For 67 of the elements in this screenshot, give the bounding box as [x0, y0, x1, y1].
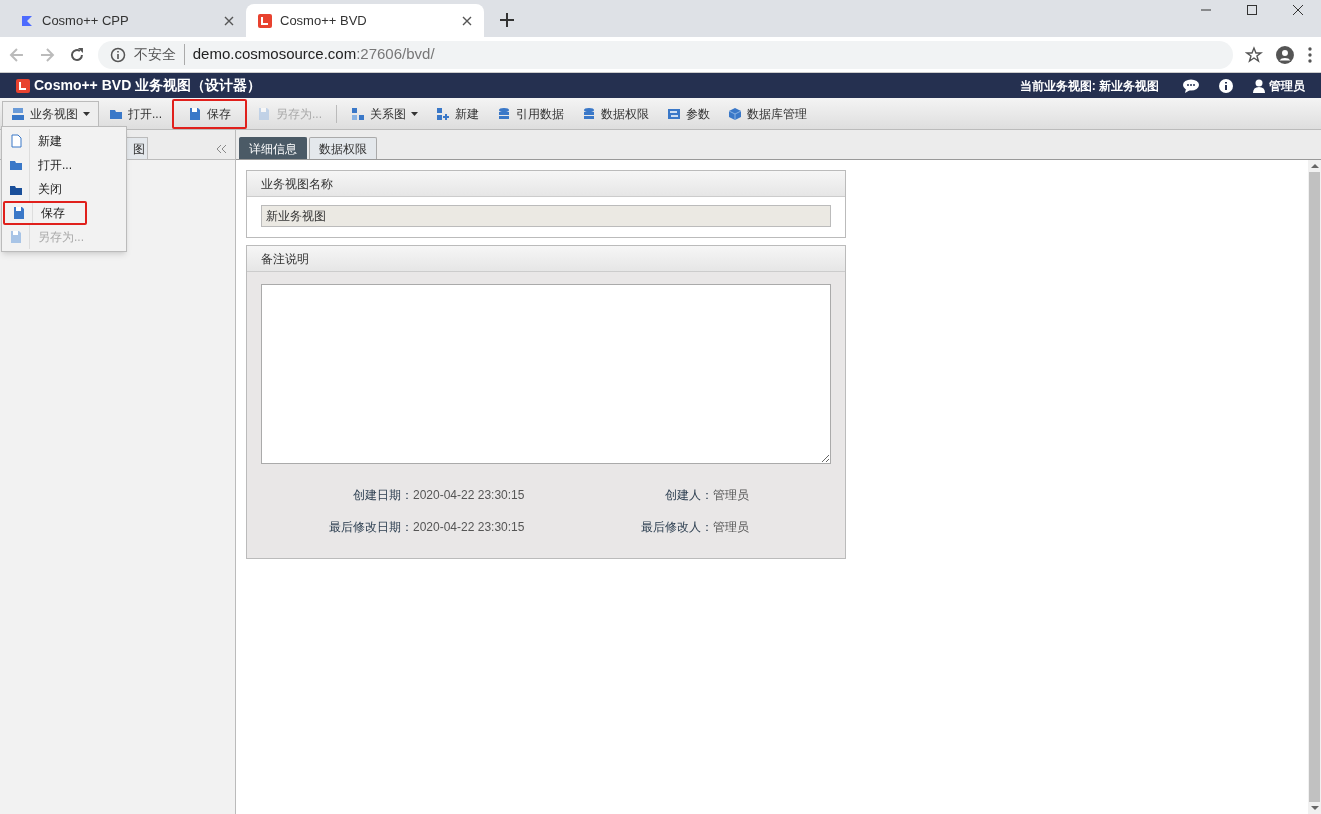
menu-item[interactable]: 关闭: [2, 177, 126, 201]
file-icon: [8, 134, 23, 148]
toolbar-button[interactable]: 关系图: [343, 100, 427, 127]
save-icon: [11, 206, 26, 220]
toolbar-button[interactable]: 数据库管理: [720, 100, 816, 127]
window-icon: [11, 106, 25, 121]
notes-field[interactable]: [261, 284, 831, 464]
toolbar-button[interactable]: 打开...: [101, 100, 170, 127]
browser-tab[interactable]: Cosmo++ BVD: [246, 4, 484, 37]
save-icon: [8, 230, 23, 244]
cube-icon: [728, 106, 743, 121]
scrollbar[interactable]: [1308, 160, 1321, 814]
content-tab[interactable]: 数据权限: [309, 137, 377, 159]
address-bar[interactable]: 不安全 demo.cosmosource.com:27606/bvd/: [97, 40, 1234, 69]
close-icon[interactable]: [1291, 3, 1305, 17]
content-tab[interactable]: 详细信息: [239, 137, 307, 159]
toolbar-button[interactable]: 引用数据: [489, 100, 573, 127]
browser-tab[interactable]: Cosmo++ CPP: [8, 4, 246, 37]
account-icon[interactable]: [1275, 44, 1295, 65]
close-icon[interactable]: [224, 15, 234, 26]
star-icon[interactable]: [1245, 45, 1264, 64]
field-label: 创建人：: [664, 487, 713, 504]
app-logo-icon: [16, 78, 30, 93]
caret-icon: [83, 111, 90, 116]
chat-icon[interactable]: [1183, 78, 1199, 93]
name-field[interactable]: 新业务视图: [261, 205, 831, 227]
field-value: 管理员: [713, 487, 750, 504]
section-header: 备注说明: [247, 246, 845, 272]
database-icon: [582, 106, 597, 121]
toolbar-button[interactable]: 保存: [172, 98, 247, 129]
field-label: 最后修改人：: [640, 519, 713, 536]
info-icon: [109, 46, 126, 63]
caret-icon: [411, 111, 419, 116]
close-icon[interactable]: [462, 15, 472, 26]
toolbar-button[interactable]: 业务视图: [2, 100, 99, 127]
list-icon: [667, 106, 682, 121]
add-icon: [436, 106, 451, 121]
security-label: 不安全: [133, 44, 185, 65]
app-title: Cosmo++ BVD 业务视图（设计器）: [34, 76, 262, 95]
field-value: 2020-04-22 23:30:15: [413, 487, 526, 504]
menu-item[interactable]: 打开...: [2, 153, 126, 177]
field-label: 创建日期：: [352, 487, 413, 504]
collapse-icon[interactable]: [215, 144, 227, 154]
field-label: 最后修改日期：: [328, 519, 413, 536]
menu-item[interactable]: 新建: [2, 129, 126, 153]
scroll-thumb[interactable]: [1309, 172, 1320, 802]
tab-logo-icon: [20, 13, 34, 28]
new-tab-icon[interactable]: [500, 13, 514, 27]
toolbar-button[interactable]: 新建: [428, 100, 488, 127]
grid-icon: [351, 106, 366, 121]
menu-item[interactable]: 保存: [3, 201, 87, 225]
field-value: 2020-04-22 23:30:15: [413, 519, 526, 536]
save-icon: [257, 106, 271, 121]
database-icon: [497, 106, 512, 121]
maximize-icon[interactable]: [1245, 3, 1259, 17]
toolbar-button[interactable]: 参数: [659, 100, 719, 127]
url-text: demo.cosmosource.com:27606/bvd/: [192, 44, 435, 65]
section-header: 业务视图名称: [247, 171, 845, 197]
user-icon: [1253, 78, 1265, 93]
tab-logo-icon: [258, 13, 272, 28]
user-name[interactable]: 管理员: [1269, 76, 1305, 95]
toolbar-button[interactable]: 数据权限: [574, 100, 658, 127]
current-view-label: 当前业务视图: 新业务视图: [1019, 77, 1159, 95]
save-icon: [188, 106, 202, 121]
field-value: 管理员: [713, 519, 750, 536]
info-icon[interactable]: [1219, 78, 1233, 93]
more-icon[interactable]: [1307, 45, 1313, 64]
